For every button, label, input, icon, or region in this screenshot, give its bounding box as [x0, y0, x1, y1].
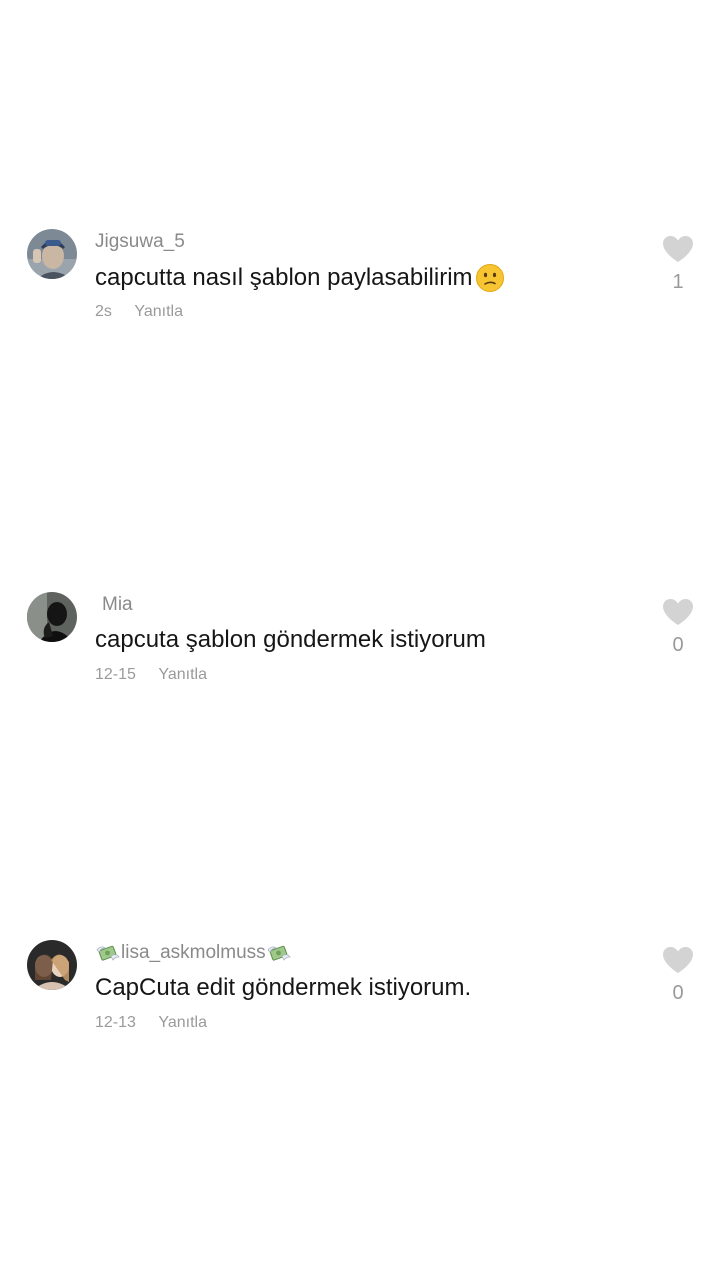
like-count: 1 [672, 271, 684, 293]
comment-item: Mia capcuta şablon göndermek istiyorum 1… [0, 592, 720, 712]
avatar[interactable] [27, 592, 77, 642]
comment-username[interactable]: lisa_askmolmuss [95, 942, 292, 964]
like-count: 0 [672, 982, 684, 1004]
comment-meta: 12-13 Yanıtla [95, 1014, 207, 1032]
avatar[interactable] [27, 229, 77, 279]
heart-icon[interactable] [662, 598, 694, 626]
like-button[interactable] [662, 598, 694, 626]
heart-icon[interactable] [662, 946, 694, 974]
heart-icon[interactable] [662, 235, 694, 263]
comment-text: capcutta nasıl şablon paylasabilirim [95, 263, 505, 293]
money-with-wings-emoji [266, 942, 292, 964]
comment-time: 2s [95, 303, 112, 320]
comment-time: 12-15 [95, 666, 136, 683]
reply-button[interactable]: Yanıtla [158, 666, 207, 683]
like-button[interactable] [662, 235, 694, 263]
comment-meta: 12-15 Yanıtla [95, 666, 207, 684]
comment-text: capcuta şablon göndermek istiyorum [95, 626, 486, 653]
comment-username[interactable]: Mia [102, 594, 133, 616]
comment-meta: 2s Yanıtla [95, 303, 183, 321]
comment-text: CapCuta edit göndermek istiyorum. [95, 974, 472, 1001]
like-button[interactable] [662, 946, 694, 974]
comment-item: lisa_askmolmuss CapCuta edit göndermek i… [0, 940, 720, 1060]
comment-username[interactable]: Jigsuwa_5 [95, 231, 185, 253]
confused-face-emoji [475, 263, 505, 293]
avatar[interactable] [27, 940, 77, 990]
reply-button[interactable]: Yanıtla [134, 303, 183, 320]
reply-button[interactable]: Yanıtla [158, 1014, 207, 1031]
like-count: 0 [672, 634, 684, 656]
money-with-wings-emoji [95, 942, 121, 964]
comment-item: Jigsuwa_5 capcutta nasıl şablon paylasab… [0, 229, 720, 349]
comment-time: 12-13 [95, 1014, 136, 1031]
